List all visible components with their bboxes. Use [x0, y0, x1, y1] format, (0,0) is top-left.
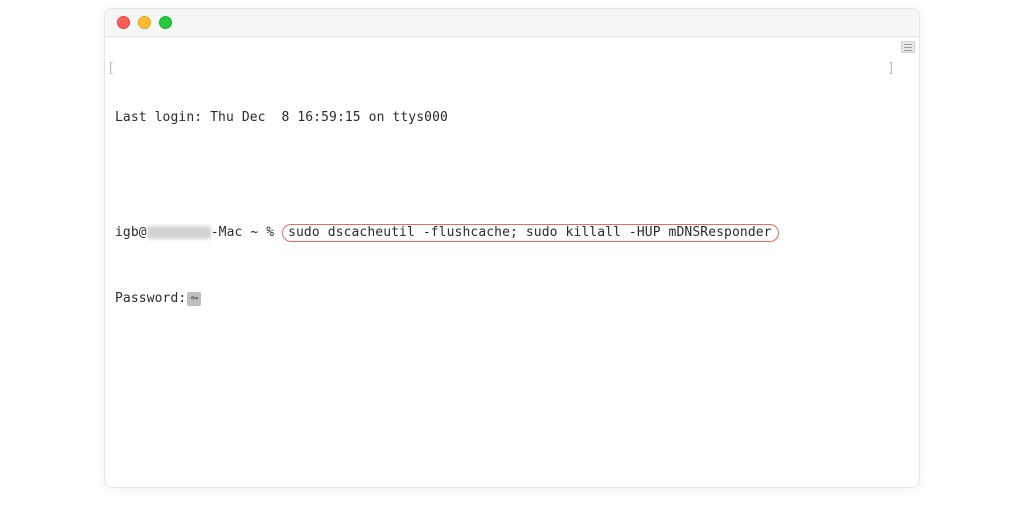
- hostname-blur: [147, 226, 211, 239]
- right-bracket: ]: [887, 61, 895, 77]
- password-label: Password:: [115, 291, 186, 307]
- terminal-body[interactable]: Last login: Thu Dec 8 16:59:15 on ttys00…: [105, 37, 919, 487]
- titlebar: [105, 9, 919, 37]
- last-login-line: Last login: Thu Dec 8 16:59:15 on ttys00…: [115, 110, 909, 126]
- prompt-line: igb@ -Mac ~ % sudo dscacheutil -flushcach…: [115, 224, 909, 242]
- close-icon[interactable]: [117, 16, 130, 29]
- maximize-icon[interactable]: [159, 16, 172, 29]
- command-highlight: sudo dscacheutil -flushcache; sudo killa…: [282, 224, 779, 242]
- command-text: sudo dscacheutil -flushcache; sudo killa…: [288, 225, 772, 240]
- key-icon: [187, 292, 201, 306]
- prompt-host-suffix: -Mac ~ %: [211, 225, 274, 241]
- left-bracket: [: [107, 61, 115, 77]
- menu-indicator-icon: [901, 41, 915, 53]
- minimize-icon[interactable]: [138, 16, 151, 29]
- password-line: Password:: [115, 291, 909, 307]
- terminal-window: Last login: Thu Dec 8 16:59:15 on ttys00…: [104, 8, 920, 488]
- prompt-user: igb@: [115, 225, 147, 241]
